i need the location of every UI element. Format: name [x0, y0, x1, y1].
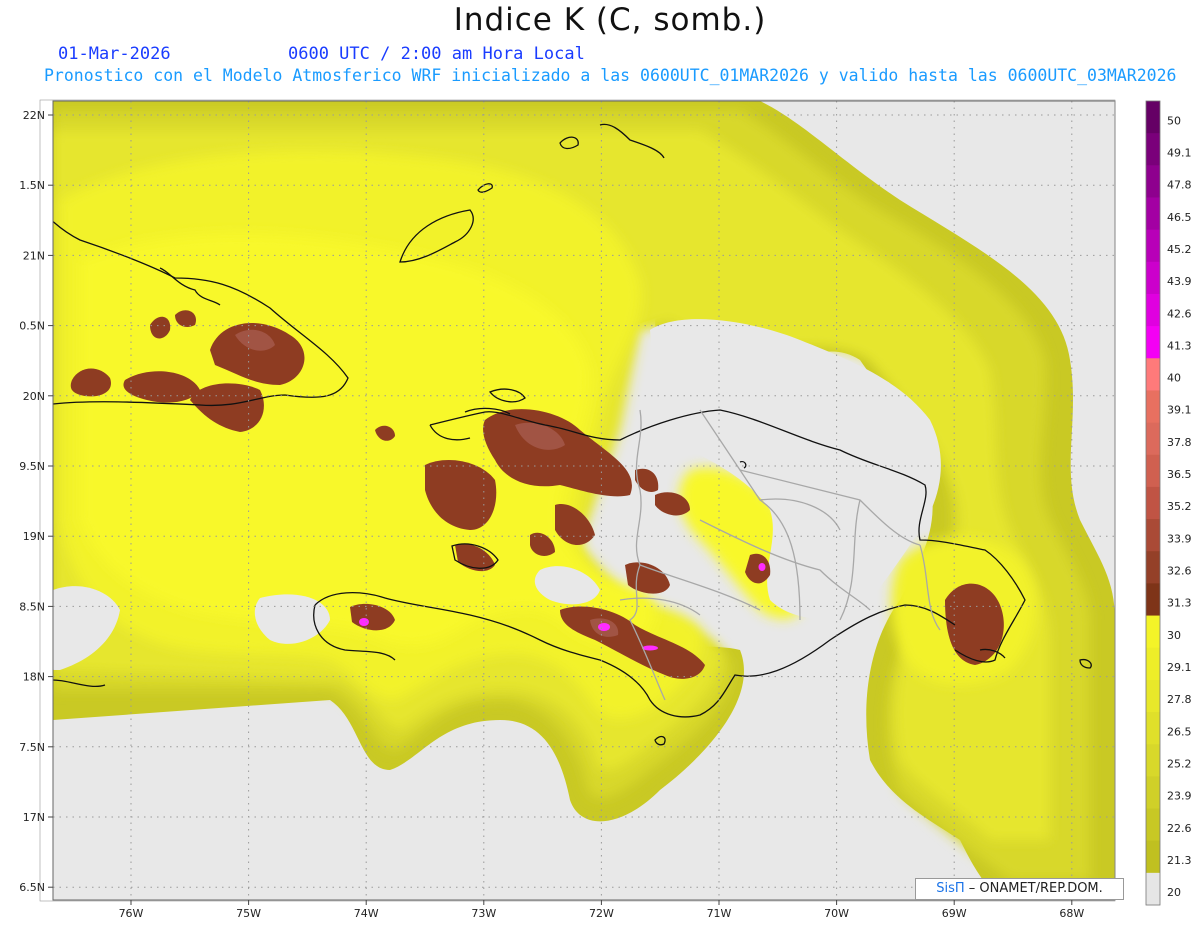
colorbar-swatch — [1146, 647, 1160, 681]
lon-label: 73W — [471, 907, 496, 920]
colorbar-label: 22.6 — [1167, 822, 1192, 835]
lon-label: 74W — [354, 907, 379, 920]
colorbar-label: 29.1 — [1167, 661, 1192, 674]
lon-label: 71W — [707, 907, 732, 920]
colorbar-label: 49.1 — [1167, 146, 1192, 159]
colorbar: 50 49.1 47.8 46.5 45.2 43.9 42.6 41.3 40 39.1 37.8… — [1145, 100, 1192, 906]
colorbar-label: 32.6 — [1167, 565, 1192, 578]
lat-label: 0.5N — [19, 320, 45, 333]
colorbar-label: 41.3 — [1167, 339, 1192, 352]
colorbar-swatch — [1146, 390, 1160, 424]
colorbar-swatch — [1146, 229, 1160, 263]
colorbar-swatch — [1146, 197, 1160, 231]
colorbar-swatch — [1146, 519, 1160, 552]
colorbar-label: 40 — [1167, 372, 1181, 385]
colorbar-swatch — [1146, 712, 1160, 745]
latitude-axis: 22N 1.5N 21N 0.5N 20N 9.5N 19N 8.5N 18N 7.5N 17N 6.… — [19, 109, 53, 894]
colorbar-label: 45.2 — [1167, 243, 1192, 256]
colorbar-swatch — [1146, 840, 1160, 874]
credit-brand: SisΠ — [936, 881, 965, 896]
lat-label: 19N — [23, 530, 45, 543]
lat-label: 22N — [23, 109, 45, 122]
credit-box: SisΠ – ONAMET/REP.DOM. — [915, 878, 1124, 900]
colorbar-swatch — [1146, 165, 1160, 198]
colorbar-label: 43.9 — [1167, 275, 1192, 288]
lat-label: 20N — [23, 390, 45, 403]
colorbar-swatch — [1146, 326, 1160, 359]
colorbar-swatch — [1146, 133, 1160, 166]
lon-label: 72W — [589, 907, 614, 920]
colorbar-label: 23.9 — [1167, 790, 1192, 803]
colorbar-swatch — [1146, 744, 1160, 777]
colorbar-swatch — [1146, 261, 1160, 295]
colorbar-swatch — [1146, 583, 1160, 617]
colorbar-label: 30 — [1167, 629, 1181, 642]
lat-label: 17N — [23, 811, 45, 824]
colorbar-label: 25.2 — [1167, 757, 1192, 770]
colorbar-swatch — [1146, 454, 1160, 488]
colorbar-swatch — [1146, 808, 1160, 842]
lat-label: 9.5N — [19, 460, 45, 473]
lon-label: 70W — [824, 907, 849, 920]
lon-label: 76W — [119, 907, 144, 920]
colorbar-label: 36.5 — [1167, 468, 1192, 481]
colorbar-swatch — [1146, 679, 1160, 713]
colorbar-swatch — [1146, 776, 1160, 810]
colorbar-swatch — [1146, 293, 1160, 327]
colorbar-label: 20 — [1167, 886, 1181, 899]
colorbar-label: 47.8 — [1167, 179, 1192, 192]
colorbar-swatch — [1146, 486, 1160, 520]
lon-label: 68W — [1059, 907, 1084, 920]
colorbar-label: 46.5 — [1167, 211, 1192, 224]
k-index-map: 76W 75W 74W 73W 72W 71W 70W 69W 68W 22N 1.5N 21N 0.… — [19, 99, 1192, 920]
colorbar-label: 42.6 — [1167, 307, 1192, 320]
lat-label: 18N — [23, 671, 45, 684]
lon-label: 75W — [236, 907, 261, 920]
lat-label: 1.5N — [19, 179, 45, 192]
colorbar-swatch — [1146, 358, 1160, 391]
colorbar-label: 39.1 — [1167, 404, 1192, 417]
colorbar-label: 21.3 — [1167, 854, 1192, 867]
colorbar-label: 50 — [1167, 114, 1181, 127]
colorbar-label: 35.2 — [1167, 500, 1192, 513]
lat-label: 6.5N — [19, 881, 45, 894]
colorbar-label: 37.8 — [1167, 436, 1192, 449]
lon-label: 69W — [942, 907, 967, 920]
credit-text: – ONAMET/REP.DOM. — [968, 881, 1103, 896]
colorbar-label: 26.5 — [1167, 725, 1192, 738]
colorbar-label: 31.3 — [1167, 597, 1192, 610]
colorbar-swatch — [1146, 422, 1160, 456]
lat-label: 8.5N — [19, 600, 45, 613]
colorbar-swatch — [1146, 551, 1160, 584]
longitude-axis: 76W 75W 74W 73W 72W 71W 70W 69W 68W — [119, 900, 1084, 920]
colorbar-label: 27.8 — [1167, 693, 1192, 706]
lat-label: 7.5N — [19, 741, 45, 754]
colorbar-label: 33.9 — [1167, 532, 1192, 545]
lat-label: 21N — [23, 249, 45, 262]
colorbar-swatch — [1146, 872, 1160, 906]
colorbar-swatch — [1146, 615, 1160, 649]
colorbar-swatch — [1146, 101, 1160, 134]
